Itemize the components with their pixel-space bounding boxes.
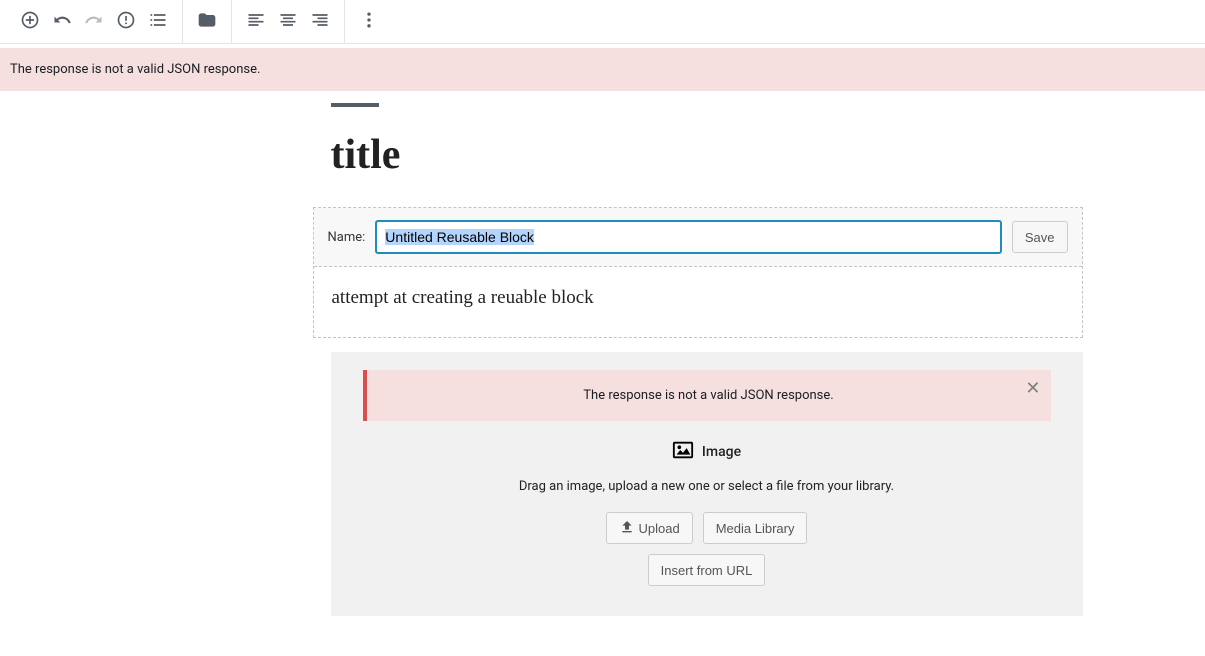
block-navigation-button[interactable] bbox=[142, 6, 174, 38]
redo-button[interactable] bbox=[78, 6, 110, 38]
more-options-button[interactable] bbox=[353, 6, 385, 38]
list-icon bbox=[148, 10, 168, 33]
editor-toolbar bbox=[0, 0, 1205, 44]
toolbar-divider bbox=[231, 0, 232, 44]
image-icon bbox=[672, 439, 694, 465]
image-actions-row-2: Insert from URL bbox=[363, 554, 1051, 586]
insert-from-url-button[interactable]: Insert from URL bbox=[648, 554, 766, 586]
toolbar-group-align bbox=[234, 0, 342, 44]
align-center-icon bbox=[278, 10, 298, 33]
upload-label: Upload bbox=[639, 521, 680, 536]
reusable-block-body: attempt at creating a reuable block bbox=[314, 267, 1082, 337]
align-center-button[interactable] bbox=[272, 6, 304, 38]
reusable-block: Name: Save attempt at creating a reuable… bbox=[313, 207, 1083, 338]
info-button[interactable] bbox=[110, 6, 142, 38]
media-library-button[interactable]: Media Library bbox=[703, 512, 808, 544]
align-left-icon bbox=[246, 10, 266, 33]
toolbar-group-block-type bbox=[185, 0, 229, 44]
save-button[interactable]: Save bbox=[1012, 221, 1068, 253]
more-vertical-icon bbox=[359, 10, 379, 33]
folder-icon bbox=[197, 10, 217, 33]
image-instructions: Drag an image, upload a new one or selec… bbox=[363, 479, 1051, 494]
info-icon bbox=[116, 10, 136, 33]
toolbar-group-main bbox=[8, 0, 180, 44]
add-block-button[interactable] bbox=[14, 6, 46, 38]
undo-icon bbox=[52, 10, 72, 33]
reusable-block-header: Name: Save bbox=[314, 208, 1082, 267]
image-block-heading: Image bbox=[363, 439, 1051, 465]
align-right-button[interactable] bbox=[304, 6, 336, 38]
toolbar-divider bbox=[344, 0, 345, 44]
dismiss-error-button[interactable]: ✕ bbox=[1025, 378, 1040, 399]
name-label: Name: bbox=[328, 230, 366, 245]
post-title[interactable]: title bbox=[331, 131, 1083, 179]
error-notice: The response is not a valid JSON respons… bbox=[0, 48, 1205, 91]
toolbar-divider bbox=[182, 0, 183, 44]
align-right-icon bbox=[310, 10, 330, 33]
plus-circle-icon bbox=[20, 10, 40, 33]
upload-icon bbox=[619, 519, 635, 538]
undo-button[interactable] bbox=[46, 6, 78, 38]
upload-button[interactable]: Upload bbox=[606, 512, 693, 544]
image-block-label: Image bbox=[702, 444, 741, 460]
block-type-button[interactable] bbox=[191, 6, 223, 38]
error-notice-text: The response is not a valid JSON respons… bbox=[10, 62, 260, 77]
image-actions-row: Upload Media Library bbox=[363, 512, 1051, 544]
reusable-name-input[interactable] bbox=[375, 220, 1002, 254]
image-block-error-text: The response is not a valid JSON respons… bbox=[583, 388, 833, 403]
title-indicator bbox=[331, 103, 379, 107]
close-icon: ✕ bbox=[1025, 378, 1040, 398]
redo-icon bbox=[84, 10, 104, 33]
image-block-error: The response is not a valid JSON respons… bbox=[363, 370, 1051, 421]
toolbar-group-more bbox=[347, 0, 391, 44]
editor-content: title Name: Save attempt at creating a r… bbox=[123, 103, 1083, 656]
image-block: The response is not a valid JSON respons… bbox=[331, 352, 1083, 616]
align-left-button[interactable] bbox=[240, 6, 272, 38]
paragraph-block[interactable]: attempt at creating a reuable block bbox=[332, 287, 1064, 309]
